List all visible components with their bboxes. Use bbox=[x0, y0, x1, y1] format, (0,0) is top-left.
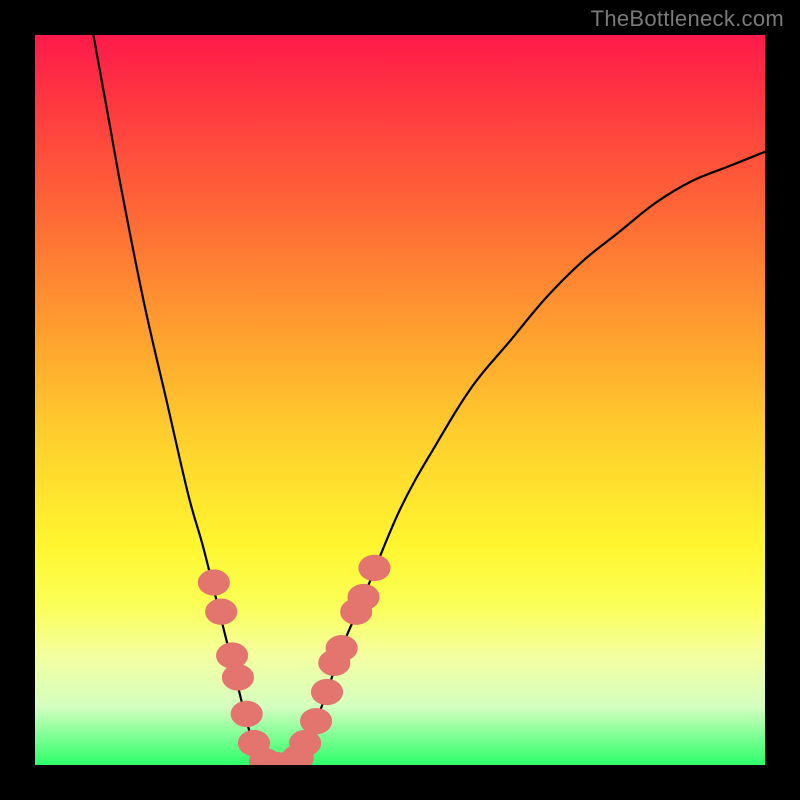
chart-stage: TheBottleneck.com bbox=[0, 0, 800, 800]
marker-dot bbox=[205, 599, 237, 625]
marker-dot bbox=[347, 584, 379, 610]
curve-svg bbox=[35, 35, 765, 765]
marker-dot bbox=[358, 555, 390, 581]
marker-dot bbox=[198, 569, 230, 595]
plot-area bbox=[35, 35, 765, 765]
watermark-text: TheBottleneck.com bbox=[591, 6, 784, 32]
marker-group bbox=[198, 555, 391, 765]
marker-dot bbox=[311, 679, 343, 705]
marker-dot bbox=[231, 701, 263, 727]
marker-dot bbox=[216, 642, 248, 668]
marker-dot bbox=[300, 708, 332, 734]
marker-dot bbox=[222, 664, 254, 690]
bottleneck-curve bbox=[93, 35, 765, 765]
marker-dot bbox=[326, 635, 358, 661]
